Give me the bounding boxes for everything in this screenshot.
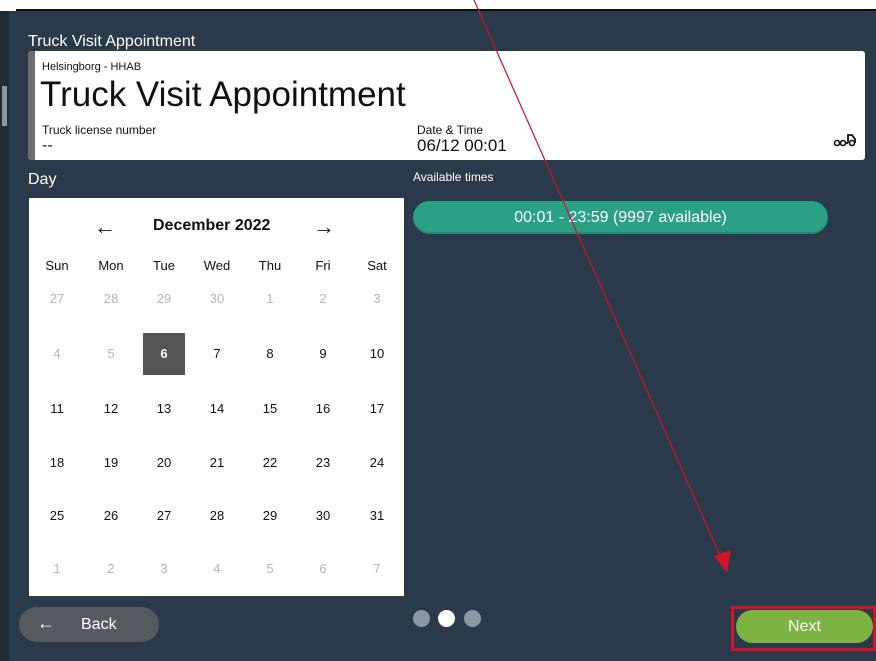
- weekday-header: Sat: [367, 258, 387, 273]
- calendar-day-selected[interactable]: 6: [143, 333, 185, 375]
- calendar-day[interactable]: 10: [356, 333, 398, 375]
- calendar-day[interactable]: 19: [90, 442, 132, 484]
- calendar-day: 28: [103, 291, 119, 306]
- calendar-day[interactable]: 27: [143, 495, 185, 537]
- calendar-day[interactable]: 29: [249, 495, 291, 537]
- calendar-day[interactable]: 9: [302, 333, 344, 375]
- calendar-day[interactable]: 30: [302, 495, 344, 537]
- top-border: [0, 0, 876, 11]
- calendar-day[interactable]: 24: [356, 442, 398, 484]
- calendar-day[interactable]: 18: [36, 442, 78, 484]
- calendar-day: 4: [53, 346, 61, 361]
- datetime-label: Date & Time: [417, 123, 484, 137]
- calendar-day[interactable]: 11: [36, 388, 78, 430]
- time-slot-button[interactable]: 00:01 - 23:59 (9997 available): [413, 201, 828, 234]
- calendar-day: 3: [373, 291, 381, 306]
- calendar-day[interactable]: 15: [249, 388, 291, 430]
- calendar-day[interactable]: 23: [302, 442, 344, 484]
- weekday-header: Thu: [258, 258, 282, 273]
- weekday-header: Tue: [153, 258, 175, 273]
- calendar-day: 7: [373, 561, 381, 576]
- calendar-day[interactable]: 31: [356, 495, 398, 537]
- calendar-day: 2: [107, 561, 115, 576]
- step-dot-active: [438, 610, 455, 627]
- calendar-day: 27: [49, 291, 65, 306]
- calendar-day: 2: [319, 291, 327, 306]
- available-times-label: Available times: [413, 170, 494, 184]
- calendar-day[interactable]: 25: [36, 495, 78, 537]
- calendar-day[interactable]: 20: [143, 442, 185, 484]
- calendar-day: 5: [107, 346, 115, 361]
- side-strip: [0, 11, 9, 661]
- appointment-header-card: Helsingborg - HHAB Truck Visit Appointme…: [28, 51, 865, 160]
- page-title: Truck Visit Appointment: [40, 75, 406, 114]
- calendar-day[interactable]: 8: [249, 333, 291, 375]
- datetime-value: 06/12 00:01: [417, 136, 507, 155]
- weekday-header: Fri: [315, 258, 331, 273]
- calendar-day: 4: [213, 561, 221, 576]
- calendar-day[interactable]: 7: [196, 333, 238, 375]
- date-calendar: ← December 2022 → Sun Mon Tue Wed Thu Fri Sat 2…: [29, 198, 404, 596]
- next-button[interactable]: Next: [736, 610, 873, 643]
- day-section-label: Day: [28, 171, 57, 188]
- terminal-name: Helsingborg - HHAB: [42, 61, 142, 73]
- step-dot: [413, 610, 430, 627]
- weekday-header: Sun: [45, 258, 69, 273]
- calendar-day: 30: [209, 291, 225, 306]
- calendar-day: 6: [319, 561, 327, 576]
- calendar-day[interactable]: 28: [196, 495, 238, 537]
- annotation-arrowhead: [714, 550, 731, 573]
- back-button[interactable]: ← Back: [19, 607, 159, 642]
- calendar-day: 29: [156, 291, 172, 306]
- calendar-day[interactable]: 17: [356, 388, 398, 430]
- app-window: Truck Visit Appointment Helsingborg - HH…: [0, 0, 876, 661]
- calendar-day: 1: [266, 291, 274, 306]
- weekday-header: Mon: [98, 258, 124, 273]
- step-dot: [464, 610, 481, 627]
- license-value: --: [42, 137, 53, 154]
- weekday-header: Wed: [203, 258, 231, 273]
- calendar-day: 1: [53, 561, 61, 576]
- calendar-day: 5: [266, 561, 274, 576]
- calendar-day[interactable]: 13: [143, 388, 185, 430]
- calendar-day: 3: [160, 561, 168, 576]
- next-month-arrow-icon[interactable]: →: [313, 214, 335, 240]
- calendar-day[interactable]: 21: [196, 442, 238, 484]
- calendar-day[interactable]: 14: [196, 388, 238, 430]
- calendar-month-title: December 2022: [153, 217, 271, 234]
- prev-month-arrow-icon[interactable]: ←: [94, 214, 116, 240]
- license-label: Truck license number: [42, 123, 157, 137]
- calendar-day[interactable]: 12: [90, 388, 132, 430]
- back-button-label: Back: [81, 616, 117, 633]
- calendar-day[interactable]: 22: [249, 442, 291, 484]
- window-title: Truck Visit Appointment: [28, 33, 196, 50]
- calendar-day[interactable]: 16: [302, 388, 344, 430]
- back-arrow-icon: ←: [37, 613, 55, 633]
- truck-icon: [833, 134, 856, 147]
- calendar-day[interactable]: 26: [90, 495, 132, 537]
